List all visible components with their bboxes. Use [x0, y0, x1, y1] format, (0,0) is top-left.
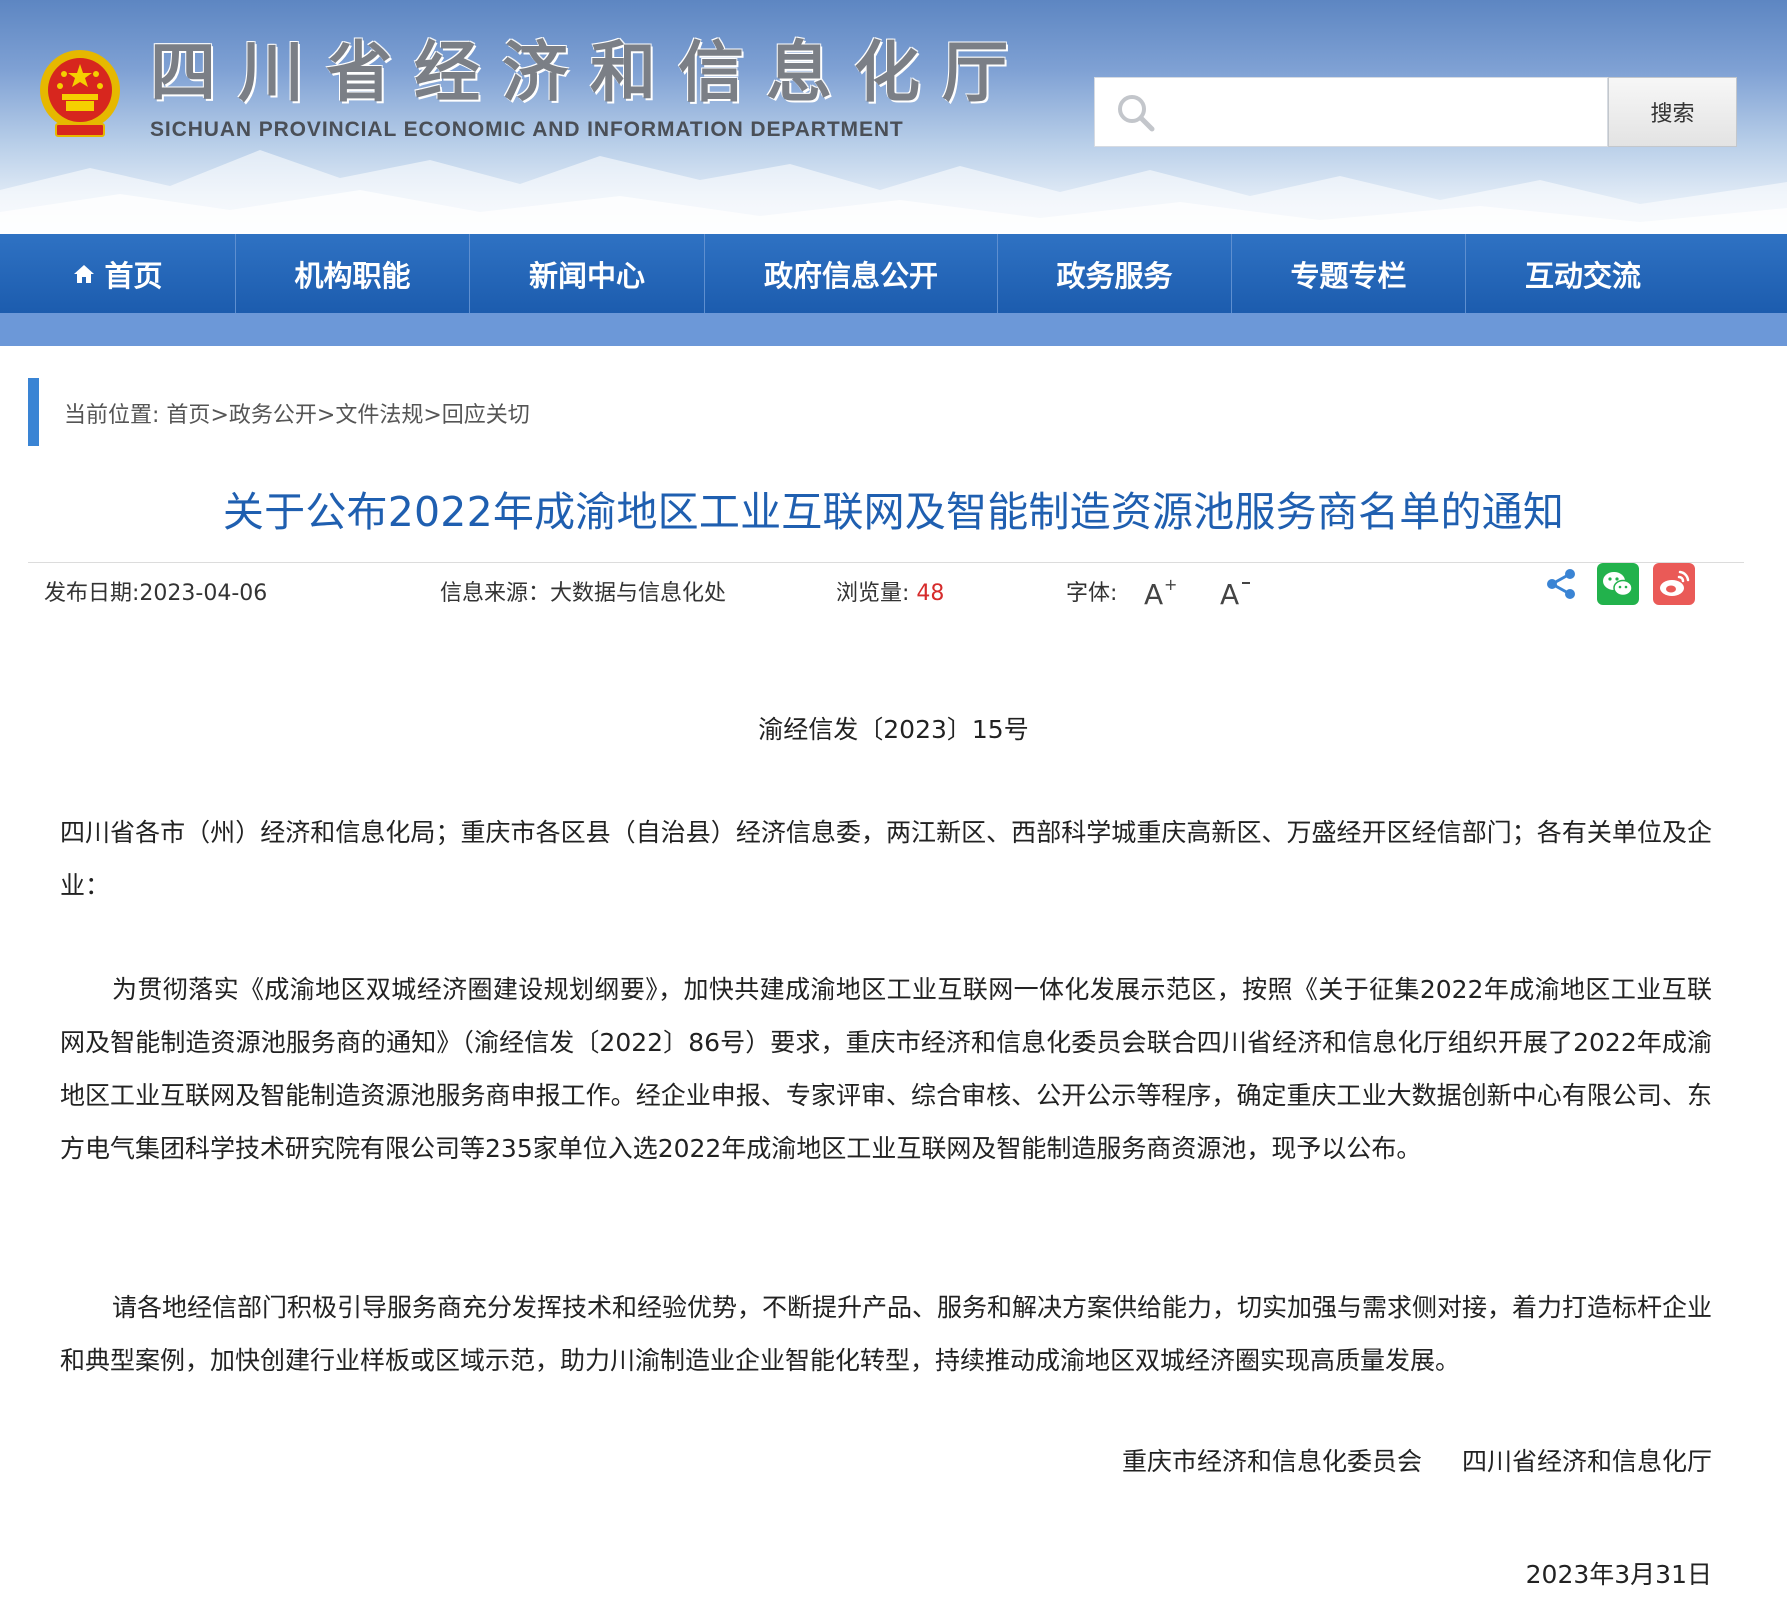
- publish-date-label: 发布日期:: [44, 581, 140, 606]
- nav-item-label: 首页: [104, 258, 163, 293]
- site-title: 四川省经济和信息化厅: [150, 34, 1030, 111]
- info-source: 信息来源：大数据与信息化处: [440, 575, 726, 607]
- body-paragraph: 为贯彻落实《成渝地区双城经济圈建设规划纲要》，加快共建成渝地区工业互联网一体化发…: [60, 975, 1712, 1163]
- breadcrumb-separator: >: [210, 403, 229, 428]
- breadcrumb-item-regulations[interactable]: 文件法规: [335, 403, 423, 428]
- nav-item-label: 新闻中心: [528, 258, 645, 293]
- breadcrumb-accent-bar: [28, 378, 39, 446]
- nav-item-services[interactable]: 政务服务: [998, 234, 1232, 313]
- home-icon: [74, 264, 95, 283]
- site-subtitle: SICHUAN PROVINCIAL ECONOMIC AND INFORMAT…: [150, 118, 904, 141]
- nav-item-topics[interactable]: 专题专栏: [1232, 234, 1466, 313]
- main-nav: 首页 机构职能 新闻中心 政府信息公开 政务服务 专题专栏 互动交流: [0, 234, 1787, 313]
- publish-date: 发布日期:2023-04-06: [44, 575, 267, 607]
- nav-item-label: 机构职能: [294, 258, 411, 293]
- font-increase-icon[interactable]: A +: [1142, 574, 1178, 608]
- search-input[interactable]: [1171, 88, 1595, 138]
- svg-text:+: +: [1164, 575, 1177, 594]
- wechat-icon[interactable]: [1597, 563, 1639, 605]
- breadcrumb-item-home[interactable]: 首页: [166, 403, 210, 428]
- breadcrumb-prefix: 当前位置:: [64, 403, 160, 428]
- nav-item-gov-info[interactable]: 政府信息公开: [705, 234, 998, 313]
- nav-item-organization[interactable]: 机构职能: [236, 234, 470, 313]
- publish-date-value: 2023-04-06: [139, 581, 268, 606]
- site-banner: 四川省经济和信息化厅 SICHUAN PROVINCIAL ECONOMIC A…: [0, 0, 1787, 234]
- body-paragraph: 请各地经信部门积极引导服务商充分发挥技术和经验优势，不断提升产品、服务和解决方案…: [60, 1293, 1713, 1375]
- svg-text:A: A: [1144, 578, 1163, 608]
- font-size-label: 字体:: [1066, 581, 1118, 606]
- sign-date: 2023年3月31日: [1525, 1560, 1712, 1589]
- svg-text:A: A: [1220, 578, 1239, 608]
- nav-item-news[interactable]: 新闻中心: [470, 234, 705, 313]
- weibo-icon[interactable]: [1653, 563, 1695, 605]
- font-decrease-icon[interactable]: A: [1218, 574, 1254, 608]
- signers: 重庆市经济和信息化委员会 四川省经济和信息化厅: [1122, 1442, 1712, 1478]
- view-count: 浏览量: 48: [836, 575, 944, 607]
- nav-item-label: 互动交流: [1524, 258, 1641, 293]
- national-emblem-icon: [40, 50, 120, 137]
- view-count-value: 48: [916, 581, 945, 606]
- breadcrumb-separator: >: [316, 403, 336, 428]
- signer-chongqing: 重庆市经济和信息化委员会: [1121, 1447, 1422, 1476]
- breadcrumb-separator: >: [423, 403, 442, 428]
- info-source-value: 大数据与信息化处: [550, 581, 727, 606]
- nav-item-home[interactable]: 首页: [0, 234, 236, 313]
- nav-item-interaction[interactable]: 互动交流: [1466, 234, 1700, 313]
- nav-item-label: 政府信息公开: [763, 258, 938, 293]
- breadcrumb-item-responses[interactable]: 回应关切: [442, 403, 530, 428]
- signer-sichuan: 四川省经济和信息化厅: [1461, 1447, 1712, 1476]
- nav-item-label: 政务服务: [1056, 258, 1173, 293]
- breadcrumb-item-public-affairs[interactable]: 政务公开: [229, 403, 317, 428]
- share-icon[interactable]: [1540, 563, 1582, 605]
- breadcrumb: 当前位置: 首页>政务公开>文件法规>回应关切: [64, 397, 530, 429]
- search-icon: [1118, 95, 1155, 132]
- info-source-label: 信息来源：: [440, 581, 551, 606]
- nav-item-label: 专题专栏: [1290, 258, 1407, 293]
- view-count-label: 浏览量:: [836, 581, 910, 606]
- salutation-paragraph: 四川省各市（州）经济和信息化局；重庆市各区县（自治县）经济信息委，两江新区、西部…: [60, 818, 1712, 900]
- meta-divider: [28, 562, 1744, 563]
- nav-sub-strip: [0, 313, 1787, 346]
- document-number: 渝经信发〔2023〕15号: [758, 715, 1029, 744]
- search-button[interactable]: 搜索: [1608, 77, 1737, 147]
- search-box[interactable]: [1094, 77, 1608, 147]
- article-title: 关于公布2022年成渝地区工业互联网及智能制造资源池服务商名单的通知: [222, 488, 1565, 536]
